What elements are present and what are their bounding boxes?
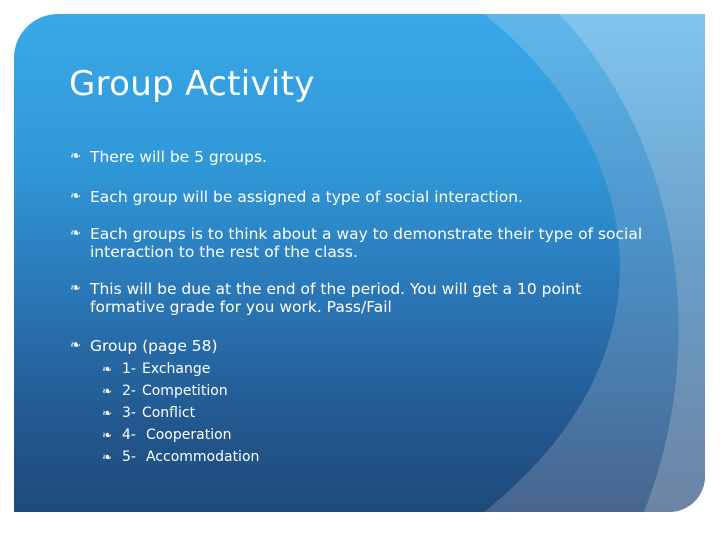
group-list-item: ❧ 5- Accommodation [102,448,259,466]
bullet-text: There will be 5 groups. [90,148,267,166]
bullet-item: ❧ Each groups is to think about a way to… [70,225,654,261]
group-name: Conflict [141,405,196,421]
curly-loop-bullet-icon: ❧ [70,226,81,241]
group-number: 5- [122,449,136,465]
group-list-item: ❧ 4- Cooperation [102,426,232,444]
bullet-text: Each groups is to think about a way to d… [90,225,643,261]
curly-loop-bullet-icon: ❧ [102,384,113,398]
group-name: Accommodation [145,449,260,465]
group-number: 1- [122,361,136,377]
group-name: Competition [141,383,228,399]
group-number: 3- [122,405,136,421]
bullet-item: ❧ There will be 5 groups. [70,148,654,166]
group-list-item: ❧ 3- Conflict [102,404,195,422]
bullet-text: Each group will be assigned a type of so… [90,188,523,206]
group-number: 4- [122,427,136,443]
group-name: Exchange [141,361,211,377]
bullet-item: ❧ Each group will be assigned a type of … [70,188,654,206]
group-list-item: ❧ 1- Exchange [102,360,210,378]
curly-loop-bullet-icon: ❧ [102,450,113,464]
curly-loop-bullet-icon: ❧ [70,338,81,353]
slide: Group Activity ❧ There will be 5 groups.… [14,14,705,512]
curly-loop-bullet-icon: ❧ [102,362,113,376]
curly-loop-bullet-icon: ❧ [70,189,81,204]
group-name: Cooperation [145,427,232,443]
curly-loop-bullet-icon: ❧ [102,406,113,420]
bullet-text: This will be due at the end of the perio… [90,280,582,316]
curly-loop-bullet-icon: ❧ [102,428,113,442]
group-list-item: ❧ 2- Competition [102,382,228,400]
curly-loop-bullet-icon: ❧ [70,149,81,164]
bullet-item: ❧ This will be due at the end of the per… [70,280,654,316]
bullet-item: ❧ Group (page 58) [70,337,654,355]
group-number: 2- [122,383,136,399]
slide-content: ❧ There will be 5 groups. ❧ Each group w… [14,14,705,512]
curly-loop-bullet-icon: ❧ [70,281,81,296]
bullet-text: Group (page 58) [90,337,218,355]
